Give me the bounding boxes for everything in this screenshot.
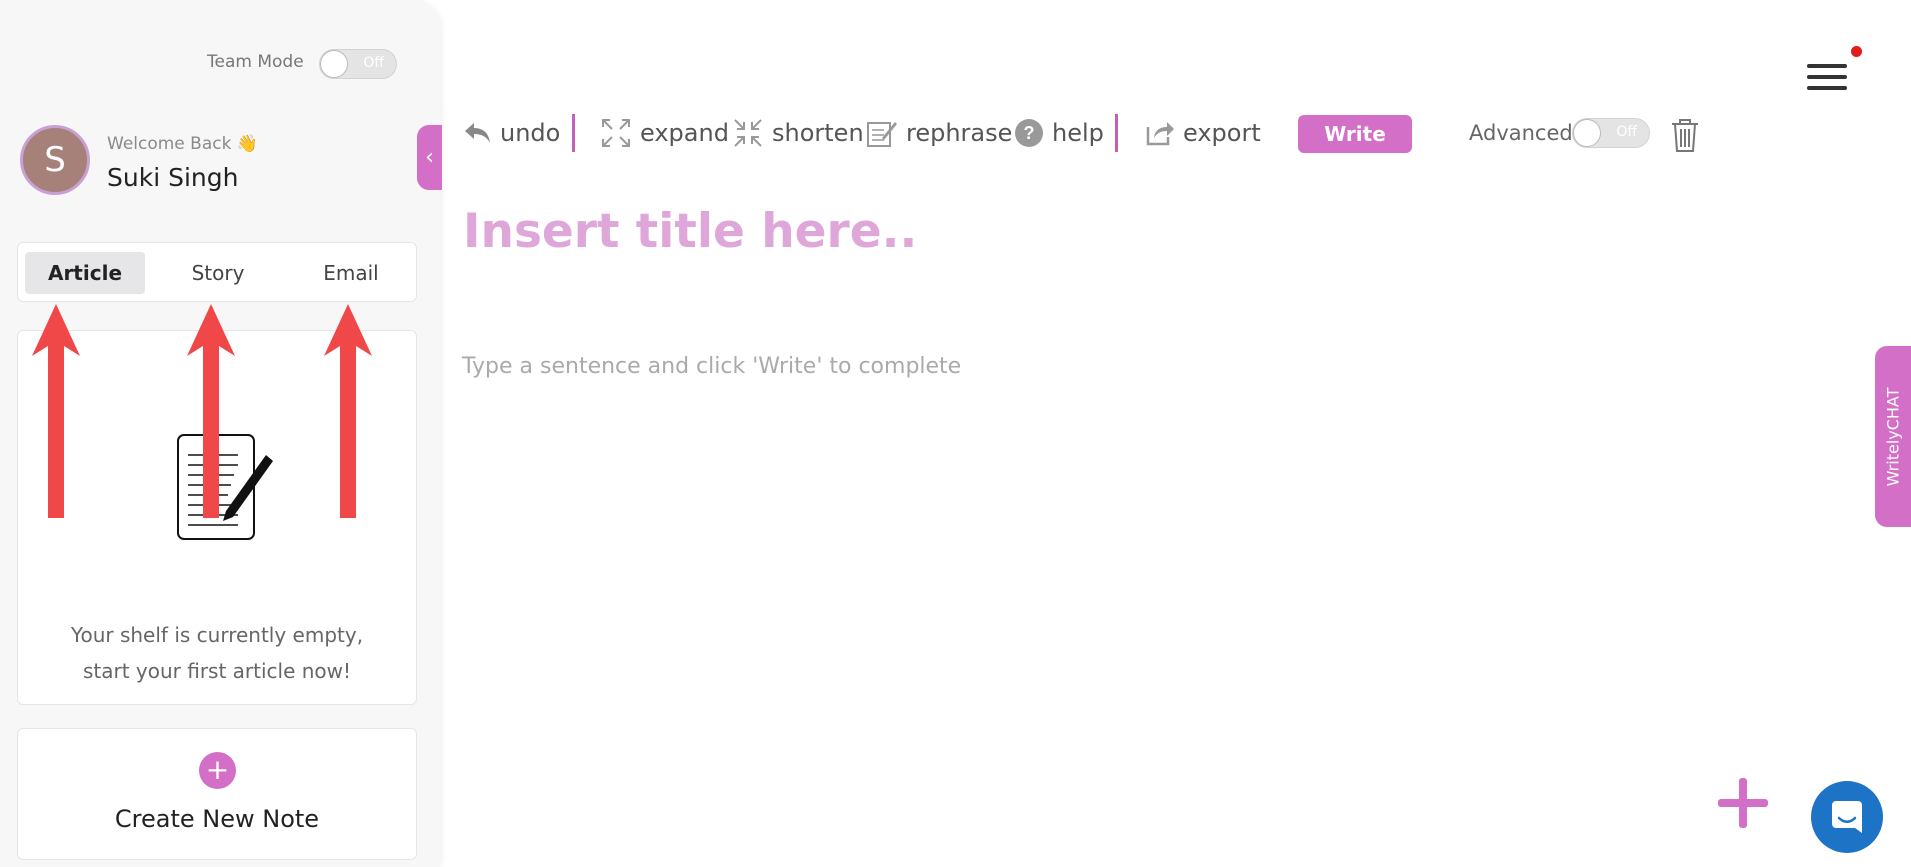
annotation-arrow (324, 304, 372, 518)
team-mode-toggle[interactable]: Off (319, 49, 397, 79)
tab-email[interactable]: Email (291, 252, 411, 294)
export-icon (1146, 122, 1174, 146)
team-mode-label: Team Mode (207, 52, 304, 72)
rephrase-button[interactable]: rephrase (866, 116, 1012, 150)
welcome-text: Welcome Back 👋 (107, 134, 259, 154)
shelf-empty-line1: Your shelf is currently empty, (70, 623, 364, 647)
tab-article[interactable]: Article (25, 252, 145, 294)
shorten-label: shorten (772, 119, 864, 147)
write-button[interactable]: Write (1298, 115, 1412, 153)
chat-icon (1832, 801, 1862, 833)
collapse-sidebar-button[interactable]: ‹ (417, 125, 442, 190)
expand-icon (602, 119, 630, 147)
shorten-icon (734, 119, 762, 147)
messenger-launcher[interactable] (1811, 781, 1883, 853)
rephrase-label: rephrase (906, 119, 1013, 147)
shorten-button[interactable]: shorten (732, 116, 864, 150)
svg-text:?: ? (1024, 123, 1035, 143)
username: Suki Singh (107, 163, 239, 192)
create-new-note-label: Create New Note (114, 805, 320, 833)
advanced-state: Off (1616, 124, 1637, 140)
help-label: help (1052, 119, 1104, 147)
advanced-toggle[interactable]: Off (1572, 118, 1650, 148)
create-new-note-button[interactable]: + Create New Note (17, 728, 417, 860)
export-button[interactable]: export (1145, 116, 1261, 150)
avatar[interactable]: S (20, 125, 90, 195)
title-input[interactable]: Insert title here.. (463, 204, 917, 259)
note-type-tabs: Article Story Email (17, 242, 417, 302)
annotation-arrow (32, 304, 80, 518)
help-icon: ? (1015, 119, 1043, 147)
team-mode-state: Off (363, 55, 384, 71)
chevron-left-icon: ‹ (425, 145, 434, 170)
undo-icon (465, 123, 490, 143)
plus-circle-icon: + (199, 752, 236, 789)
notification-dot (1851, 46, 1862, 57)
hamburger-menu-icon[interactable] (1807, 62, 1849, 92)
expand-label: expand (640, 119, 729, 147)
shelf-empty-line2: start your first article now! (82, 659, 352, 683)
add-plus-icon[interactable] (1716, 776, 1770, 830)
help-button[interactable]: ? help (1014, 116, 1104, 150)
toggle-knob (320, 50, 348, 78)
toolbar-divider (1115, 114, 1118, 152)
toggle-knob (1573, 119, 1601, 147)
expand-button[interactable]: expand (600, 116, 729, 150)
toolbar-divider (572, 114, 575, 152)
annotation-arrow (187, 304, 235, 518)
undo-label: undo (500, 119, 561, 147)
writelychat-label: WritelyCHAT (1883, 387, 1903, 486)
sidebar: Team Mode Off S Welcome Back 👋 Suki Sing… (0, 0, 440, 867)
undo-button[interactable]: undo (462, 116, 560, 150)
tab-story[interactable]: Story (158, 252, 278, 294)
trash-icon[interactable] (1670, 117, 1700, 154)
advanced-label: Advanced (1469, 121, 1573, 145)
body-editor[interactable]: Type a sentence and click 'Write' to com… (462, 354, 961, 379)
writelychat-tab[interactable]: WritelyCHAT (1875, 346, 1911, 527)
export-label: export (1183, 119, 1261, 147)
rephrase-icon (867, 122, 897, 147)
